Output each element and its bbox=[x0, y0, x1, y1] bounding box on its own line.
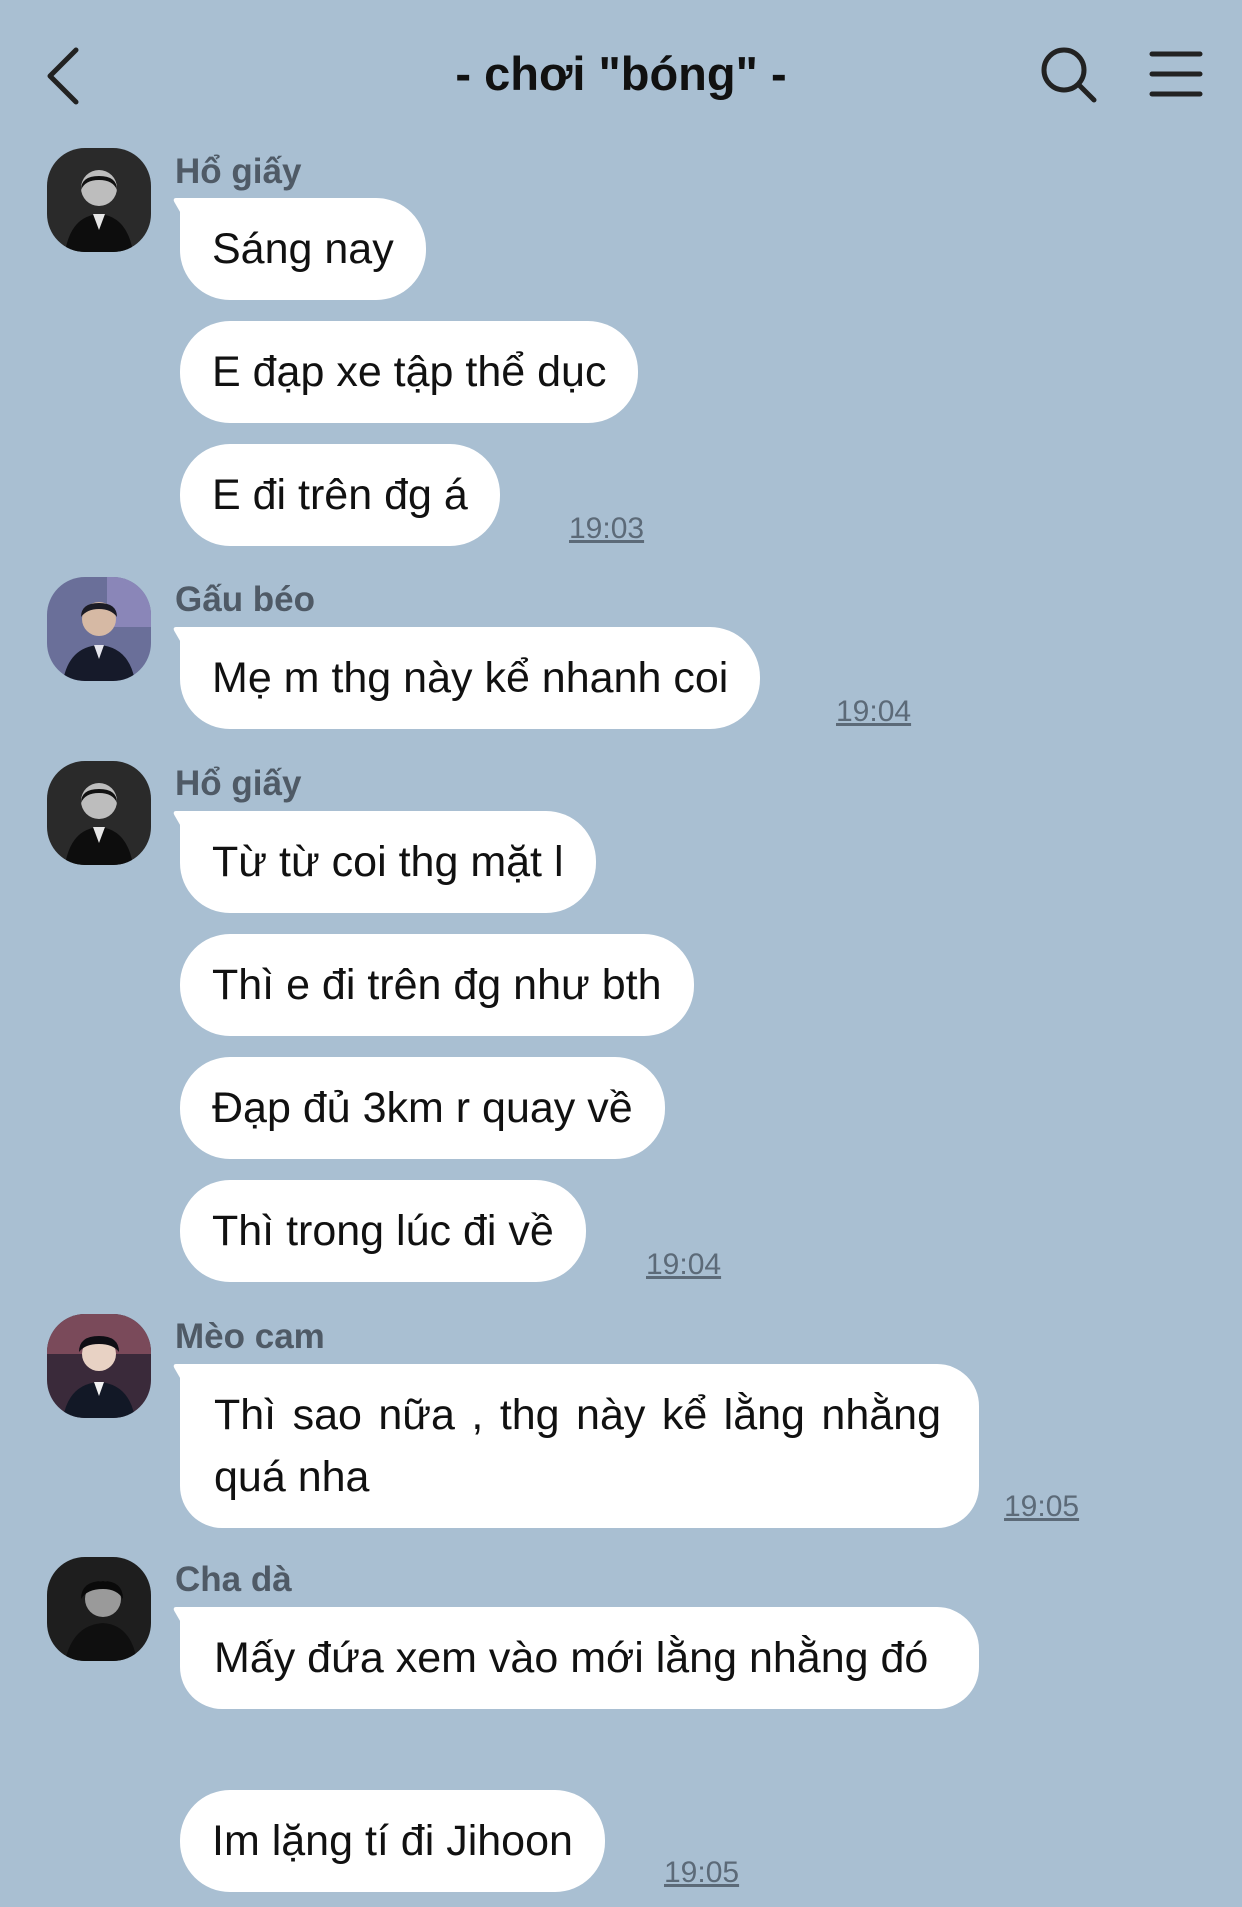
avatar[interactable] bbox=[47, 148, 151, 252]
timestamp: 19:04 bbox=[836, 695, 912, 728]
message-bubble[interactable]: Thì trong lúc đi về bbox=[180, 1180, 586, 1282]
sender-name: Hổ giấy bbox=[175, 764, 302, 803]
avatar[interactable] bbox=[47, 761, 151, 865]
avatar-photo bbox=[47, 761, 151, 865]
menu-icon bbox=[1149, 51, 1203, 97]
message-bubble[interactable]: Đạp đủ 3km r quay về bbox=[180, 1057, 665, 1159]
timestamp: 19:03 bbox=[569, 512, 645, 545]
timestamp: 19:05 bbox=[664, 1856, 740, 1889]
message-bubble[interactable]: Sáng nay bbox=[180, 198, 426, 300]
sender-name: Cha dà bbox=[175, 1560, 292, 1599]
avatar-photo bbox=[47, 148, 151, 252]
timestamp: 19:04 bbox=[646, 1248, 722, 1281]
sender-name: Hổ giấy bbox=[175, 152, 302, 191]
message-bubble[interactable]: Từ từ coi thg mặt l bbox=[180, 811, 596, 913]
message-bubble[interactable]: E đi trên đg á bbox=[180, 444, 500, 546]
message-bubble[interactable]: Mẹ m thg này kể nhanh coi bbox=[180, 627, 761, 729]
avatar[interactable] bbox=[47, 577, 151, 681]
sender-name: Gấu béo bbox=[175, 580, 316, 619]
avatar-photo bbox=[47, 1314, 151, 1418]
menu-button[interactable] bbox=[1148, 46, 1204, 102]
sender-name: Mèo cam bbox=[175, 1317, 325, 1356]
avatar[interactable] bbox=[47, 1557, 151, 1661]
avatar-photo bbox=[47, 1557, 151, 1661]
avatar-photo bbox=[47, 577, 151, 681]
message-bubble[interactable]: Im lặng tí đi Jihoon bbox=[180, 1790, 605, 1892]
search-icon bbox=[1041, 47, 1097, 103]
timestamp: 19:05 bbox=[1004, 1490, 1080, 1523]
message-bubble[interactable]: Mấy đứa xem vào mới lằng nhằng đó bbox=[180, 1607, 979, 1709]
chat-header: - chơi "bóng" - bbox=[0, 0, 1242, 150]
message-bubble[interactable]: Thì sao nữa , thg này kể lằng nhằng quá … bbox=[180, 1364, 979, 1528]
avatar[interactable] bbox=[47, 1314, 151, 1418]
message-bubble[interactable]: Thì e đi trên đg như bth bbox=[180, 934, 694, 1036]
search-button[interactable] bbox=[1038, 44, 1100, 106]
message-bubble[interactable]: E đạp xe tập thể dục bbox=[180, 321, 639, 423]
